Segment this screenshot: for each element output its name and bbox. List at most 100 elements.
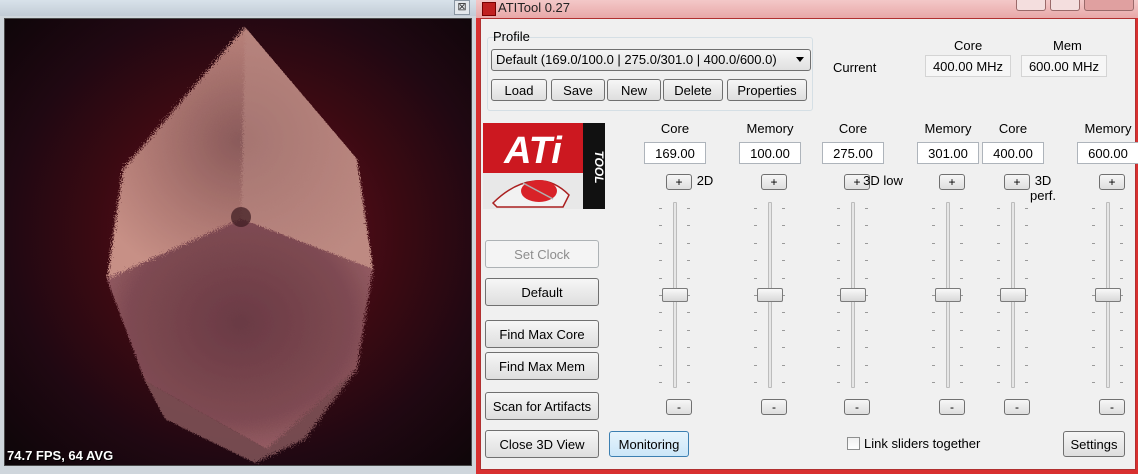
group-2-mem-slider-thumb[interactable] (1095, 288, 1121, 302)
group-0-mem-decrease-button[interactable]: - (761, 399, 787, 415)
group-0-mem-input[interactable]: 100.00 (739, 142, 801, 164)
slider-tick (960, 364, 963, 366)
group-0-core-input[interactable]: 169.00 (644, 142, 706, 164)
group-1-core-decrease-button[interactable]: - (844, 399, 870, 415)
group-1-mem-header: Memory (924, 121, 972, 136)
group-1-mem-decrease-button[interactable]: - (939, 399, 965, 415)
slider-tick (659, 242, 662, 244)
profile-dropdown[interactable]: Default (169.0/100.0 | 275.0/301.0 | 400… (491, 49, 811, 71)
atitool-window: ATITool 0.27 Profile Default (169.0/100.… (476, 0, 1138, 474)
link-sliders-checkbox[interactable] (847, 437, 860, 450)
slider-tick (782, 208, 785, 209)
slider-tick (659, 208, 662, 209)
slider-tick (837, 208, 840, 209)
slider-tick (754, 208, 757, 209)
slider-tick (1092, 277, 1095, 279)
load-button[interactable]: Load (491, 79, 547, 101)
properties-button[interactable]: Properties (727, 79, 807, 101)
slider-tick (865, 347, 868, 349)
slider-tick (960, 382, 963, 383)
slider-tick (1120, 382, 1123, 383)
group-0-mem-slider-thumb[interactable] (757, 288, 783, 302)
slider-tick (1092, 208, 1095, 209)
slider-tick (1092, 225, 1095, 227)
group-1-mode-label: 3D low (863, 173, 903, 188)
current-mem-value: 600.00 MHz (1021, 55, 1107, 77)
group-2-mem-increase-button[interactable]: + (1099, 174, 1125, 190)
scan-artifacts-button[interactable]: Scan for Artifacts (485, 392, 599, 420)
slider-tick (1092, 347, 1095, 349)
atitool-titlebar[interactable]: ATITool 0.27 (476, 0, 1138, 18)
slider-tick (687, 277, 690, 279)
slider-tick (1025, 329, 1028, 331)
group-0-core-decrease-button[interactable]: - (666, 399, 692, 415)
slider-tick (837, 277, 840, 279)
group-1-mem-slider-thumb[interactable] (935, 288, 961, 302)
ati-tool-logo: ATi TOOL (483, 123, 605, 209)
slider-tick (659, 364, 662, 366)
close-icon[interactable]: ⊠ (454, 0, 470, 15)
minimize-icon[interactable] (1016, 0, 1046, 11)
save-button[interactable]: Save (551, 79, 605, 101)
slider-tick (782, 364, 785, 366)
slider-tick (1120, 208, 1123, 209)
group-2-core-slider-thumb[interactable] (1000, 288, 1026, 302)
slider-tick (1092, 364, 1095, 366)
3d-view-titlebar[interactable]: ⊠ (0, 0, 476, 16)
atitool-client-area: Profile Default (169.0/100.0 | 275.0/301… (480, 18, 1138, 470)
slider-tick (960, 225, 963, 227)
slider-tick (837, 382, 840, 383)
group-2-mem-input[interactable]: 600.00 (1077, 142, 1138, 164)
group-1-core-header: Core (838, 121, 868, 136)
group-0-mem-increase-button[interactable]: + (761, 174, 787, 190)
settings-button[interactable]: Settings (1063, 431, 1125, 457)
group-1-core-input[interactable]: 275.00 (822, 142, 884, 164)
group-0-core-slider-thumb[interactable] (662, 288, 688, 302)
group-2-mem-decrease-button[interactable]: - (1099, 399, 1125, 415)
group-1-core-slider-thumb[interactable] (840, 288, 866, 302)
delete-button[interactable]: Delete (663, 79, 723, 101)
slider-tick (659, 329, 662, 331)
slider-tick (865, 242, 868, 244)
slider-tick (754, 329, 757, 331)
slider-tick (782, 329, 785, 331)
group-1-mem-input[interactable]: 301.00 (917, 142, 979, 164)
group-2-core-input[interactable]: 400.00 (982, 142, 1044, 164)
slider-tick (1120, 364, 1123, 366)
slider-tick (837, 364, 840, 366)
close-icon[interactable] (1084, 0, 1134, 11)
close-3d-view-button[interactable]: Close 3D View (485, 430, 599, 458)
group-0-mode-label: 2D (696, 173, 714, 188)
slider-tick (865, 208, 868, 209)
find-max-core-button[interactable]: Find Max Core (485, 320, 599, 348)
slider-tick (782, 382, 785, 383)
find-max-mem-button[interactable]: Find Max Mem (485, 352, 599, 380)
slider-tick (837, 347, 840, 349)
slider-tick (865, 260, 868, 262)
slider-tick (1120, 312, 1123, 314)
slider-tick (837, 329, 840, 331)
slider-tick (687, 312, 690, 314)
group-2-core-decrease-button[interactable]: - (1004, 399, 1030, 415)
group-1-mem-increase-button[interactable]: + (939, 174, 965, 190)
slider-tick (782, 347, 785, 349)
fps-counter: 74.7 FPS, 64 AVG (7, 448, 114, 463)
set-clock-button[interactable]: Set Clock (485, 240, 599, 268)
slider-tick (1120, 329, 1123, 331)
slider-tick (659, 382, 662, 383)
group-2-mode-label: 3D perf. (1029, 173, 1056, 203)
slider-tick (1025, 225, 1028, 227)
slider-tick (960, 242, 963, 244)
maximize-icon[interactable] (1050, 0, 1080, 11)
slider-tick (932, 312, 935, 314)
svg-text:TOOL: TOOL (592, 150, 605, 183)
slider-tick (782, 225, 785, 227)
monitoring-button[interactable]: Monitoring (609, 431, 689, 457)
new-button[interactable]: New (607, 79, 661, 101)
3d-render-canvas: 74.7 FPS, 64 AVG (4, 18, 472, 466)
current-core-value: 400.00 MHz (925, 55, 1011, 77)
slider-tick (754, 277, 757, 279)
slider-tick (960, 312, 963, 314)
default-button[interactable]: Default (485, 278, 599, 306)
slider-tick (687, 347, 690, 349)
